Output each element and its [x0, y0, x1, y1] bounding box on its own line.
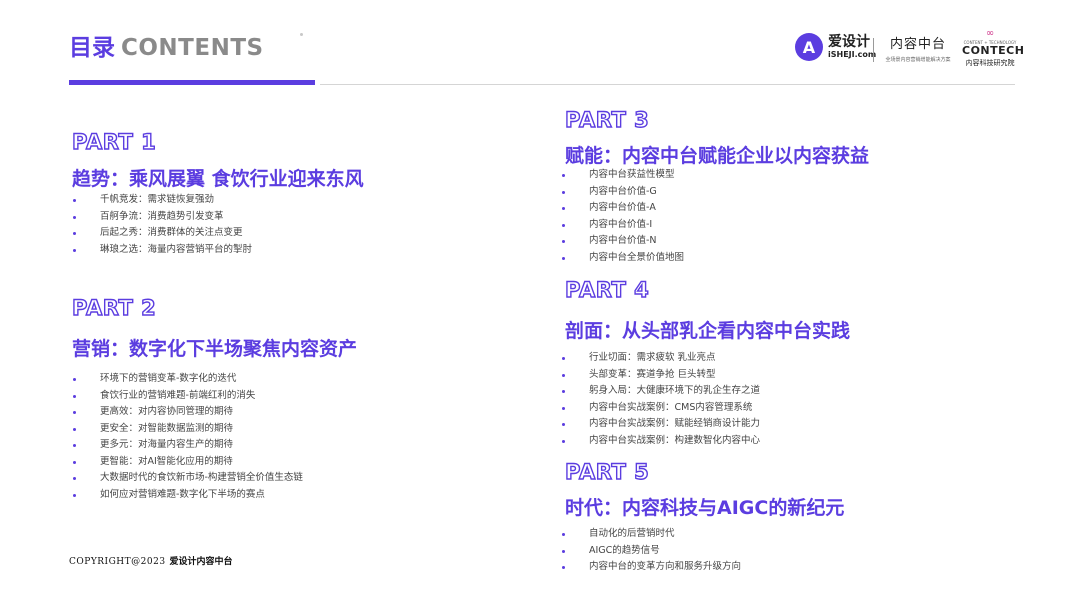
list-item: 内容中台全景价值地图 — [562, 250, 684, 267]
list-item: 大数据时代的食饮新市场-构建营销全价值生态链 — [73, 470, 303, 487]
aisheji-logo-icon: A — [795, 33, 823, 61]
part-5-label: PART 5 — [564, 459, 650, 484]
list-item: 更安全：对智能数据监测的期待 — [73, 421, 303, 438]
page-title-en: CONTENTS — [121, 35, 264, 61]
part-2-list: 环境下的营销变革-数字化的迭代 食饮行业的营销难题-前端红利的消失 更高效：对内… — [73, 371, 303, 503]
header-accent-bar — [69, 80, 315, 85]
list-item: 内容中台价值-G — [562, 184, 684, 201]
list-item: 如何应对营销难题-数字化下半场的赛点 — [73, 487, 303, 504]
list-item: 食饮行业的营销难题-前端红利的消失 — [73, 388, 303, 405]
list-item: 头部变革：赛道争抢 巨头转型 — [562, 367, 760, 384]
list-item: 内容中台获益性模型 — [562, 167, 684, 184]
neirong-zhongtai-logo: 内容中台 全场景内容营销增能解决方案 — [882, 33, 954, 63]
part-3-label: PART 3 — [564, 107, 650, 132]
list-item: 琳琅之选：海量内容营销平台的掣肘 — [73, 242, 252, 259]
aisheji-logo-en: iSHEJI.com — [828, 50, 877, 59]
list-item: 内容中台价值-A — [562, 200, 684, 217]
copyright-cn: 爱设计内容中台 — [169, 557, 233, 567]
list-item: 躬身入局：大健康环境下的乳企生存之道 — [562, 383, 760, 400]
part-4-title: 剖面：从头部乳企看内容中台实践 — [565, 320, 851, 342]
list-item: 百舸争流：消费趋势引发变革 — [73, 209, 252, 226]
copyright-en: COPYRIGHT@2023 — [69, 557, 166, 567]
decorative-dot — [300, 33, 303, 36]
neirong-logo-cn: 内容中台 — [889, 37, 946, 52]
logo-separator — [873, 38, 874, 62]
part-5-list: 自动化的后营销时代 AIGC的趋势信号 内容中台的变革方向和服务升级方向 — [562, 526, 741, 576]
part-4-label: PART 4 — [564, 277, 650, 302]
part-2-label: PART 2 — [71, 295, 157, 320]
part-3-title: 赋能：内容中台赋能企业以内容获益 — [565, 145, 870, 167]
page-title: 目录 CONTENTS — [69, 28, 264, 62]
contech-logo: ∞ CONTENT + TECHNOLOGY CONTECH 内容科技研究院 — [962, 28, 1025, 68]
list-item: 千帆竞发：需求链恢复强劲 — [73, 192, 252, 209]
page-title-cn: 目录 — [69, 35, 115, 61]
part-1-label: PART 1 — [71, 129, 157, 154]
list-item: 更高效：对内容协同管理的期待 — [73, 404, 303, 421]
contech-logo-en: CONTECH — [962, 44, 1025, 57]
part-3-list: 内容中台获益性模型 内容中台价值-G 内容中台价值-A 内容中台价值-I 内容中… — [562, 167, 684, 266]
list-item: 内容中台价值-I — [562, 217, 684, 234]
aisheji-logo-cn: 爱设计 — [828, 34, 870, 50]
infinity-icon: ∞ — [985, 28, 995, 39]
list-item: 自动化的后营销时代 — [562, 526, 741, 543]
part-5-title: 时代：内容科技与AIGC的新纪元 — [565, 497, 845, 519]
list-item: 环境下的营销变革-数字化的迭代 — [73, 371, 303, 388]
list-item: 内容中台的变革方向和服务升级方向 — [562, 559, 741, 576]
contech-logo-cn: 内容科技研究院 — [965, 59, 1015, 67]
list-item: 内容中台实战案例：赋能经销商设计能力 — [562, 416, 760, 433]
list-item: AIGC的趋势信号 — [562, 543, 741, 560]
list-item: 内容中台实战案例：CMS内容管理系统 — [562, 400, 760, 417]
part-1-list: 千帆竞发：需求链恢复强劲 百舸争流：消费趋势引发变革 后起之秀：消费群体的关注点… — [73, 192, 252, 258]
part-2-title: 营销：数字化下半场聚焦内容资产 — [72, 338, 358, 360]
header-divider — [320, 84, 1015, 85]
copyright-notice: COPYRIGHT@2023 爱设计内容中台 — [69, 554, 233, 567]
list-item: 内容中台实战案例：构建数智化内容中心 — [562, 433, 760, 450]
neirong-logo-subtitle: 全场景内容营销增能解决方案 — [885, 57, 951, 63]
list-item: 更多元：对海量内容生产的期待 — [73, 437, 303, 454]
aisheji-logo: A 爱设计 iSHEJI.com — [795, 33, 876, 61]
list-item: 行业切面：需求疲软 乳业亮点 — [562, 350, 760, 367]
part-1-title: 趋势：乘风展翼 食饮行业迎来东风 — [72, 168, 364, 190]
list-item: 更智能：对AI智能化应用的期待 — [73, 454, 303, 471]
list-item: 后起之秀：消费群体的关注点变更 — [73, 225, 252, 242]
list-item: 内容中台价值-N — [562, 233, 684, 250]
part-4-list: 行业切面：需求疲软 乳业亮点 头部变革：赛道争抢 巨头转型 躬身入局：大健康环境… — [562, 350, 760, 449]
